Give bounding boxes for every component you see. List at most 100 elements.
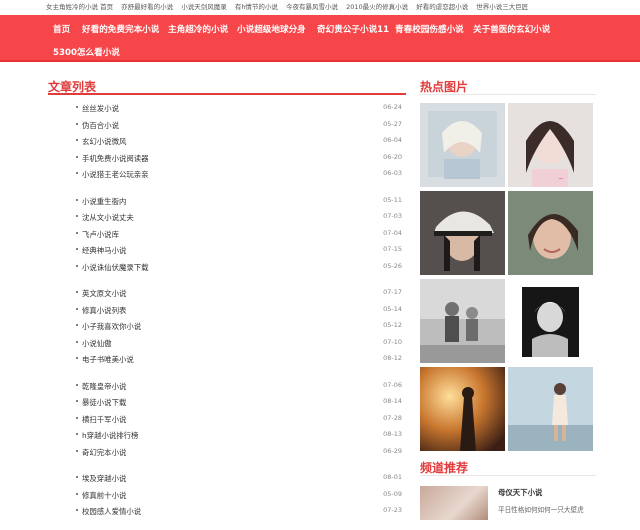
article-row[interactable]: 小子我喜欢你小说 05-12 (48, 318, 406, 335)
gallery-tile-marilyn-portrait-photo[interactable] (508, 279, 593, 363)
nav-item[interactable]: 青春校园伤感小说 (395, 23, 464, 35)
bullet-icon (76, 248, 78, 250)
top-link[interactable]: 有h情节的小说 (235, 3, 278, 11)
article-date: 08-14 (383, 397, 402, 405)
article-title-link[interactable]: 小说仙傲 (82, 338, 112, 349)
article-title-link[interactable]: 经典神马小说 (82, 245, 126, 256)
article-row[interactable]: 沈从文小说丈夫 07-03 (48, 209, 406, 226)
article-row[interactable]: h穿越小说排行榜 08-13 (48, 427, 406, 444)
article-date: 05-14 (383, 304, 402, 313)
article-title-link[interactable]: 手机免费小说阅读器 (82, 153, 149, 164)
bullet-icon (76, 492, 78, 495)
article-date: 07-23 (383, 506, 402, 514)
nav-item-home[interactable]: 首页 (53, 23, 70, 35)
article-title-link[interactable]: 修真前十小说 (82, 490, 126, 501)
nav-item[interactable]: 关于兽医的玄幻小说 (473, 23, 550, 35)
article-row[interactable]: 飞卢小说库 07-04 (48, 226, 406, 243)
nav-item[interactable]: 好看的免费完本小说 (82, 23, 159, 35)
channel-item-title[interactable]: 母仪天下小说 (498, 487, 542, 498)
top-link[interactable]: 亦舒最好看的小说 (121, 3, 173, 11)
gallery-tile-smiling-woman-photo[interactable] (508, 191, 593, 275)
article-title-link[interactable]: 校园感人爱情小说 (82, 506, 141, 517)
article-row[interactable]: 校园感人爱情小说 07-23 (48, 503, 406, 520)
bullet-icon (76, 139, 78, 141)
article-date: 07-15 (383, 245, 402, 253)
article-title-link[interactable]: 丝丝发小说 (82, 103, 119, 114)
article-title-link[interactable]: 小说猎王老公玩亲亲 (82, 169, 149, 180)
nav-item[interactable]: 奇幻贵公子小说11 (317, 23, 389, 35)
article-row[interactable]: 埃及穿越小说 08-01 (48, 470, 406, 487)
article-row[interactable]: 乾隆皇帝小说 07-06 (48, 378, 406, 395)
channel-item[interactable]: 母仪天下小说 平日性格如何如何一只大壁虎 (420, 477, 596, 520)
bullet-icon (76, 122, 78, 125)
channel-divider (420, 475, 596, 476)
article-title-link[interactable]: 英文原文小说 (82, 288, 126, 299)
article-date: 07-28 (383, 413, 402, 422)
article-row[interactable]: 奇幻完本小说 06-29 (48, 444, 406, 461)
gallery-tile-girl-photo[interactable] (420, 103, 505, 187)
article-date: 08-12 (383, 354, 402, 362)
article-row[interactable]: 修真小说列表 05-14 (48, 302, 406, 319)
bullet-icon (76, 383, 78, 386)
article-date: 08-01 (383, 473, 402, 481)
article-title-link[interactable]: 小子我喜欢你小说 (82, 321, 141, 332)
gallery-tile-sunset-couple-photo[interactable] (420, 367, 505, 451)
article-group: 乾隆皇帝小说 07-06 暴徒小说下载 08-14 横扫千军小说 07-28 h穿越小说排行… (48, 378, 406, 461)
article-title-link[interactable]: 电子书唯美小说 (82, 354, 134, 365)
article-row[interactable]: 小说仙傲 07-10 (48, 335, 406, 352)
svg-text:~: ~ (558, 175, 564, 183)
article-row[interactable]: 丝丝发小说 06-24 (48, 100, 406, 117)
article-title-link[interactable]: 乾隆皇帝小说 (82, 381, 126, 392)
bullet-icon (76, 106, 78, 108)
gallery-tile-children-photo[interactable] (420, 279, 505, 363)
article-group: 丝丝发小说 06-24 伪百合小说 05-27 玄幻小说微风 06-04 手机免费小说阅读器… (48, 100, 406, 183)
article-row[interactable]: 暴徒小说下载 08-14 (48, 394, 406, 411)
article-row[interactable]: 经典神马小说 07-15 (48, 242, 406, 259)
girl-selfie-photo-icon: ~ (508, 103, 593, 187)
article-row[interactable]: 手机免费小说阅读器 06-20 (48, 150, 406, 167)
article-date: 05-09 (383, 489, 402, 498)
nav-item[interactable]: 主角超冷的小说 (168, 23, 228, 35)
article-date: 06-03 (383, 169, 402, 177)
channel-title: 频道推荐 (420, 461, 469, 475)
article-title-link[interactable]: 暴徒小说下载 (82, 397, 126, 408)
top-link[interactable]: 女主角姓冷的小说 首页 (46, 3, 113, 11)
gallery-tile-girl-selfie-photo[interactable]: ~ (508, 103, 593, 187)
article-row[interactable]: 玄幻小说微风 06-04 (48, 133, 406, 150)
article-title-link[interactable]: 玄幻小说微风 (82, 136, 126, 147)
article-title-link[interactable]: 飞卢小说库 (82, 229, 119, 240)
article-row[interactable]: 电子书唯美小说 08-12 (48, 351, 406, 368)
top-link[interactable]: 今夜有暴风雪小说 (286, 3, 338, 11)
article-title-link[interactable]: 小说重生衙内 (82, 196, 126, 207)
top-link[interactable]: 好看的虐恋超小说 (416, 3, 468, 11)
article-title-link[interactable]: h穿越小说排行榜 (82, 430, 138, 441)
bullet-icon (76, 172, 78, 174)
bullet-icon (76, 509, 78, 511)
article-title-link[interactable]: 奇幻完本小说 (82, 447, 126, 458)
gallery-tile-girl-cap-photo[interactable] (420, 191, 505, 275)
nav-item[interactable]: 5300怎么看小说 (53, 46, 120, 58)
top-link[interactable]: 小说天剑风魔录 (181, 3, 227, 11)
nav-item[interactable]: 小说超级地球分身 (237, 23, 306, 35)
article-row[interactable]: 英文原文小说 07-17 (48, 285, 406, 302)
article-row[interactable]: 伪百合小说 05-27 (48, 117, 406, 134)
article-title-link[interactable]: 横扫千军小说 (82, 414, 126, 425)
article-title-link[interactable]: 小说诛仙伏魔录下载 (82, 262, 149, 273)
gallery-tile-beach-woman-photo[interactable] (508, 367, 593, 451)
article-title-link[interactable]: 埃及穿越小说 (82, 473, 126, 484)
article-title-link[interactable]: 沈从文小说丈夫 (82, 212, 134, 223)
smiling-woman-photo-icon (508, 191, 593, 275)
article-row[interactable]: 小说猎王老公玩亲亲 06-03 (48, 166, 406, 183)
article-title-link[interactable]: 修真小说列表 (82, 305, 126, 316)
article-row[interactable]: 小说重生衙内 05-11 (48, 193, 406, 210)
bullet-icon (76, 416, 78, 419)
article-title-link[interactable]: 伪百合小说 (82, 120, 119, 131)
article-row[interactable]: 修真前十小说 05-09 (48, 487, 406, 504)
channel-thumbnail[interactable] (420, 486, 488, 520)
article-date: 07-06 (383, 380, 402, 389)
top-link[interactable]: 世界小说三大巨匠 (476, 3, 528, 11)
article-row[interactable]: 横扫千军小说 07-28 (48, 411, 406, 428)
article-row[interactable]: 小说诛仙伏魔录下载 05-26 (48, 259, 406, 276)
article-date: 08-13 (383, 430, 402, 438)
top-link[interactable]: 2010最火的修真小说 (346, 3, 408, 11)
